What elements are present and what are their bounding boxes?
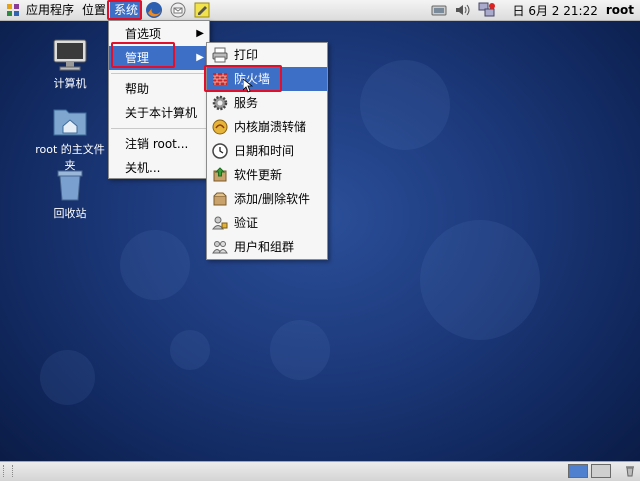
menu-item-label: 关机... [125,161,161,175]
distro-logo-icon [6,3,20,17]
submenu-item-authentication[interactable]: 验证 [207,211,327,235]
desktop-icon-trash[interactable]: 回收站 [30,168,110,221]
printer-icon [212,47,228,63]
workspace-1[interactable] [568,464,588,478]
submenu-item-add-remove-software[interactable]: 添加/删除软件 [207,187,327,211]
menu-item-administration[interactable]: 管理 ▶ [109,46,209,70]
bokeh-decoration [170,330,210,370]
menu-item-label: 关于本计算机 [125,106,198,120]
submenu-item-label: 日期和时间 [234,144,295,158]
submenu-item-label: 用户和组群 [234,240,295,254]
submenu-item-label: 软件更新 [234,168,283,182]
submenu-item-date-time[interactable]: 日期和时间 [207,139,327,163]
menu-item-label: 帮助 [125,82,150,96]
firefox-icon[interactable] [145,1,163,19]
submenu-item-printing[interactable]: 打印 [207,43,327,67]
bokeh-decoration [40,350,95,405]
bokeh-decoration [360,60,450,150]
desktop-icon-label: 计算机 [53,77,87,90]
chevron-right-icon: ▶ [196,28,204,39]
computer-icon [51,38,89,72]
firewall-icon [212,71,228,87]
desktop-icon-home-folder[interactable]: root 的主文件夹 [30,104,110,173]
submenu-item-kernel-dump[interactable]: 内核崩溃转储 [207,115,327,139]
bokeh-decoration [120,230,190,300]
volume-icon[interactable] [454,2,472,18]
add-remove-software-icon [212,191,228,207]
chevron-right-icon: ▶ [196,52,204,63]
software-update-icon [212,167,228,183]
mouse-cursor-icon [242,78,254,93]
network-status-icon[interactable] [478,2,496,18]
notes-icon[interactable] [193,1,211,19]
network-icon[interactable] [430,2,448,18]
administration-submenu: 打印 防火墙 服务 内核崩溃转储 日期和时间 软件更新 添加/删除软件 验证 用… [206,42,328,260]
trash-icon [51,168,89,202]
clock[interactable]: 日 6月 2 21:22 [513,2,598,19]
kernel-dump-icon [212,119,228,135]
menu-item-label: 首选项 [125,27,162,41]
submenu-item-services[interactable]: 服务 [207,91,327,115]
places-menu[interactable]: 位置 [78,1,110,19]
submenu-item-label: 打印 [234,48,259,62]
submenu-item-label: 内核崩溃转储 [234,120,307,134]
clock-icon [212,143,228,159]
desktop-icon-computer[interactable]: 计算机 [30,38,110,91]
menu-item-help[interactable]: 帮助 [109,77,209,101]
workspace-2[interactable] [591,464,611,478]
trash-applet-icon[interactable] [624,465,636,477]
services-gear-icon [212,95,228,111]
menu-item-label: 注销 root... [125,137,189,151]
submenu-item-software-update[interactable]: 软件更新 [207,163,327,187]
users-groups-icon [212,239,228,255]
authentication-icon [212,215,228,231]
menu-item-logout[interactable]: 注销 root... [109,132,209,156]
applications-menu[interactable]: 应用程序 [22,1,78,19]
bottom-panel [0,461,640,481]
panel-handle [3,465,13,477]
submenu-item-label: 服务 [234,96,259,110]
menu-item-preferences[interactable]: 首选项 ▶ [109,22,209,46]
submenu-item-label: 添加/删除软件 [234,192,311,206]
menu-separator [111,128,207,129]
system-menu[interactable]: 系统 [110,1,143,19]
menu-separator [111,73,207,74]
top-panel: 应用程序 位置 系统 日 6月 2 21:22 root [0,0,640,21]
submenu-item-users-groups[interactable]: 用户和组群 [207,235,327,259]
menu-item-label: 管理 [125,51,150,65]
submenu-item-label: 验证 [234,216,259,230]
system-dropdown-menu: 首选项 ▶ 管理 ▶ 帮助 关于本计算机 注销 root... 关机... [108,20,210,179]
home-folder-icon [51,104,89,138]
submenu-item-firewall[interactable]: 防火墙 [207,67,327,91]
menu-item-shutdown[interactable]: 关机... [109,156,209,180]
user-name[interactable]: root [606,3,634,17]
bokeh-decoration [270,320,330,380]
menu-item-about[interactable]: 关于本计算机 [109,101,209,125]
bokeh-decoration [420,220,540,340]
mail-icon[interactable] [169,1,187,19]
desktop-icon-label: 回收站 [53,207,87,220]
